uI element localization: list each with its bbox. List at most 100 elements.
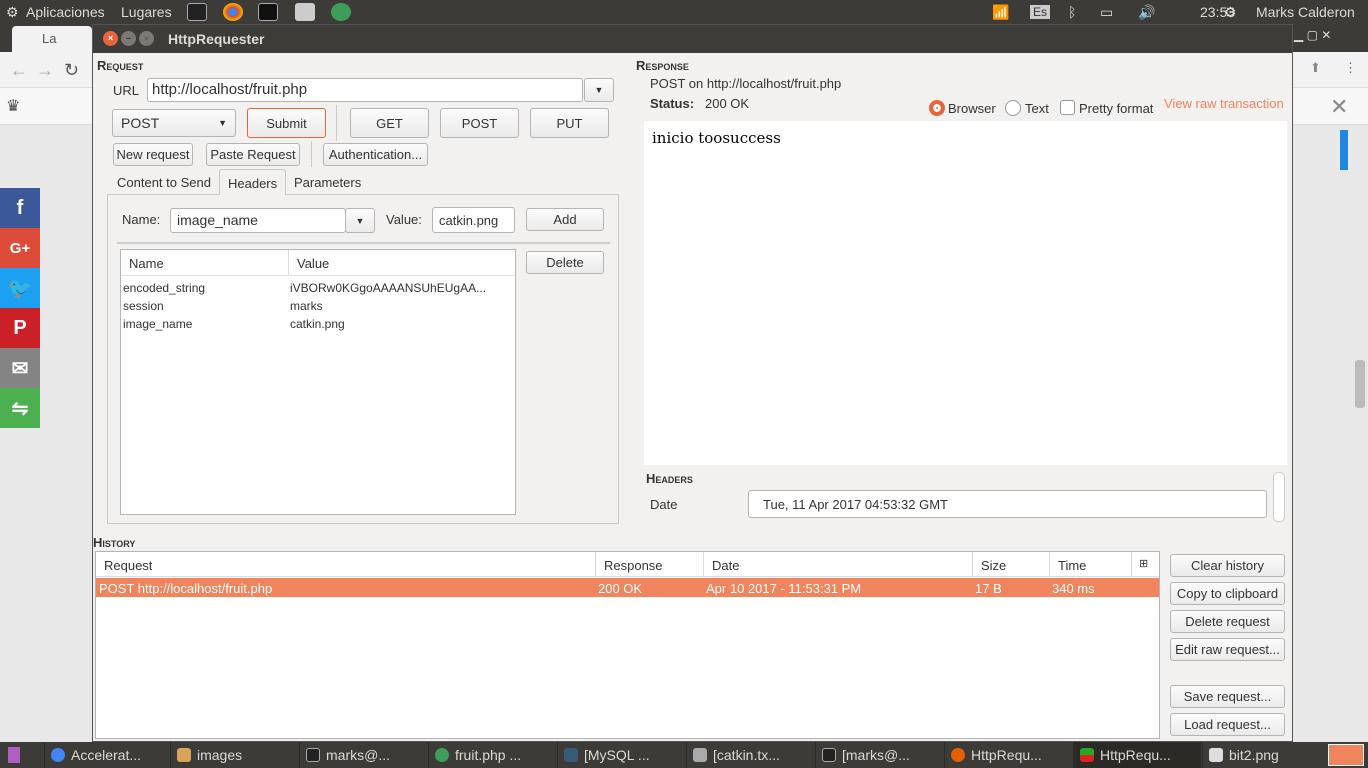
submit-button[interactable]: Submit — [247, 108, 326, 138]
system-monitor-icon[interactable] — [258, 3, 278, 21]
settings-gear-icon[interactable]: ⚙ — [1224, 4, 1237, 21]
column-date[interactable]: Date — [712, 558, 739, 573]
browser-radio[interactable] — [929, 100, 945, 116]
column-size[interactable]: Size — [981, 558, 1006, 573]
history-row[interactable]: POST http://localhost/fruit.php 200 OK A… — [96, 578, 1159, 597]
wifi-icon[interactable]: 📶 — [992, 4, 1009, 21]
delete-header-button[interactable]: Delete — [526, 251, 604, 274]
load-request-button[interactable]: Load request... — [1170, 713, 1285, 736]
header-name-input[interactable]: image_name — [170, 208, 346, 233]
delete-request-button[interactable]: Delete request — [1170, 610, 1285, 633]
back-icon[interactable]: ← — [10, 60, 28, 81]
column-time[interactable]: Time — [1058, 558, 1086, 573]
close-window-button[interactable]: × — [103, 31, 118, 46]
battery-icon[interactable]: ▭ — [1100, 4, 1113, 21]
google-plus-icon[interactable]: G+ — [0, 228, 40, 268]
column-value[interactable]: Value — [297, 256, 329, 271]
save-request-button[interactable]: Save request... — [1170, 685, 1285, 708]
volume-icon[interactable]: 🔊 — [1138, 4, 1155, 21]
task-terminal-2[interactable]: [marks@... — [815, 742, 943, 768]
divider — [311, 141, 312, 167]
bluetooth-icon[interactable]: ᛒ — [1068, 4, 1076, 20]
task-files[interactable]: images — [170, 742, 298, 768]
cell-time: 340 ms — [1052, 581, 1095, 596]
new-request-button[interactable]: New request — [113, 143, 193, 166]
add-header-button[interactable]: Add — [526, 208, 604, 231]
menu-icon[interactable]: ⋮ — [1344, 60, 1357, 76]
page-scrollbar[interactable] — [1355, 360, 1365, 408]
cell-name: image_name — [123, 317, 193, 331]
forward-icon[interactable]: → — [36, 60, 54, 81]
table-row[interactable]: image_name catkin.png — [121, 315, 515, 333]
authentication-button[interactable]: Authentication... — [323, 143, 428, 166]
atom-icon[interactable] — [331, 3, 351, 21]
tray-httprequester-icon[interactable] — [1328, 744, 1364, 766]
cell-value: catkin.png — [290, 317, 345, 331]
column-name[interactable]: Name — [129, 256, 164, 271]
clear-history-button[interactable]: Clear history — [1170, 554, 1285, 577]
table-header: Name Value — [121, 250, 515, 276]
response-header-value[interactable]: Tue, 11 Apr 2017 04:53:32 GMT — [748, 490, 1267, 518]
method-select[interactable]: POST ▼ — [112, 109, 236, 137]
close-icon[interactable]: ✕ — [1330, 94, 1348, 120]
post-button[interactable]: POST — [440, 108, 519, 138]
history-heading: History — [93, 535, 136, 550]
header-value-input[interactable]: catkin.png — [432, 207, 515, 233]
system-top-bar: ⚙ Aplicaciones Lugares 📶 Es ᛒ ▭ 🔊 23:53 … — [0, 0, 1368, 24]
tab-headers[interactable]: Headers — [219, 169, 287, 195]
headers-scrollbar[interactable] — [1273, 472, 1285, 522]
url-history-dropdown[interactable]: ▼ — [584, 78, 614, 102]
get-button[interactable]: GET — [350, 108, 429, 138]
header-name-dropdown[interactable]: ▼ — [345, 208, 375, 233]
table-row[interactable]: encoded_string iVBORw0KGgoAAAANSUhEUgAA..… — [121, 279, 515, 297]
response-text: inicio toosuccess — [652, 129, 781, 147]
reload-icon[interactable]: ↻ — [64, 60, 79, 81]
email-icon[interactable]: ✉ — [0, 348, 40, 388]
terminal-icon[interactable] — [187, 3, 207, 21]
chrome-icon[interactable] — [223, 3, 243, 21]
user-name[interactable]: Marks Calderon — [1256, 4, 1355, 20]
column-request[interactable]: Request — [104, 558, 152, 573]
twitter-icon[interactable]: 🐦 — [0, 268, 40, 308]
keyboard-layout[interactable]: Es — [1030, 5, 1051, 19]
ubuntu-icon[interactable]: ⚙ — [6, 4, 19, 21]
terminal-icon — [306, 748, 320, 762]
url-input[interactable]: http://localhost/fruit.php — [147, 78, 583, 102]
applications-menu[interactable]: Aplicaciones — [26, 4, 105, 20]
task-mysql[interactable]: [MySQL ... — [557, 742, 685, 768]
pinterest-icon[interactable]: P — [0, 308, 40, 348]
page-accent — [1340, 130, 1348, 170]
task-atom[interactable]: fruit.php ... — [428, 742, 556, 768]
paste-request-button[interactable]: Paste Request — [206, 143, 300, 166]
copy-to-clipboard-button[interactable]: Copy to clipboard — [1170, 582, 1285, 605]
view-raw-transaction-link[interactable]: View raw transaction — [1164, 96, 1284, 111]
task-httprequester[interactable]: HttpRequ... — [1073, 742, 1201, 768]
text-radio[interactable] — [1005, 100, 1021, 116]
put-button[interactable]: PUT — [530, 108, 609, 138]
facebook-icon[interactable]: f — [0, 188, 40, 228]
table-row[interactable]: session marks — [121, 297, 515, 315]
task-label: fruit.php ... — [455, 747, 522, 763]
task-firefox[interactable]: HttpRequ... — [944, 742, 1072, 768]
extension-icon[interactable]: ⬆ — [1310, 60, 1321, 76]
tab-parameters[interactable]: Parameters — [286, 169, 369, 195]
task-text-editor[interactable]: [catkin.tx... — [686, 742, 814, 768]
browser-tab-title: La — [42, 31, 57, 46]
camera-icon[interactable] — [295, 3, 315, 21]
browser-tab[interactable]: La — [12, 26, 92, 52]
workspace-icon[interactable] — [8, 747, 20, 763]
column-picker-icon[interactable]: ⊞ — [1139, 557, 1148, 570]
httprequester-window: × – ▫ HttpRequester Request URL http://l… — [92, 24, 1293, 742]
pretty-format-checkbox[interactable] — [1060, 100, 1075, 115]
maximize-window-button[interactable]: ▫ — [139, 31, 154, 46]
task-terminal[interactable]: marks@... — [299, 742, 427, 768]
places-menu[interactable]: Lugares — [121, 4, 172, 20]
task-image-viewer[interactable]: bit2.png — [1202, 742, 1322, 768]
edit-raw-request-button[interactable]: Edit raw request... — [1170, 638, 1285, 661]
tab-content-to-send[interactable]: Content to Send — [109, 169, 219, 195]
minimize-window-button[interactable]: – — [121, 31, 136, 46]
task-chrome[interactable]: Accelerat... — [44, 742, 166, 768]
browser-window-controls[interactable]: ▁ ▢ ✕ — [1294, 28, 1331, 42]
column-response[interactable]: Response — [604, 558, 663, 573]
share-icon[interactable]: ⇋ — [0, 388, 40, 428]
